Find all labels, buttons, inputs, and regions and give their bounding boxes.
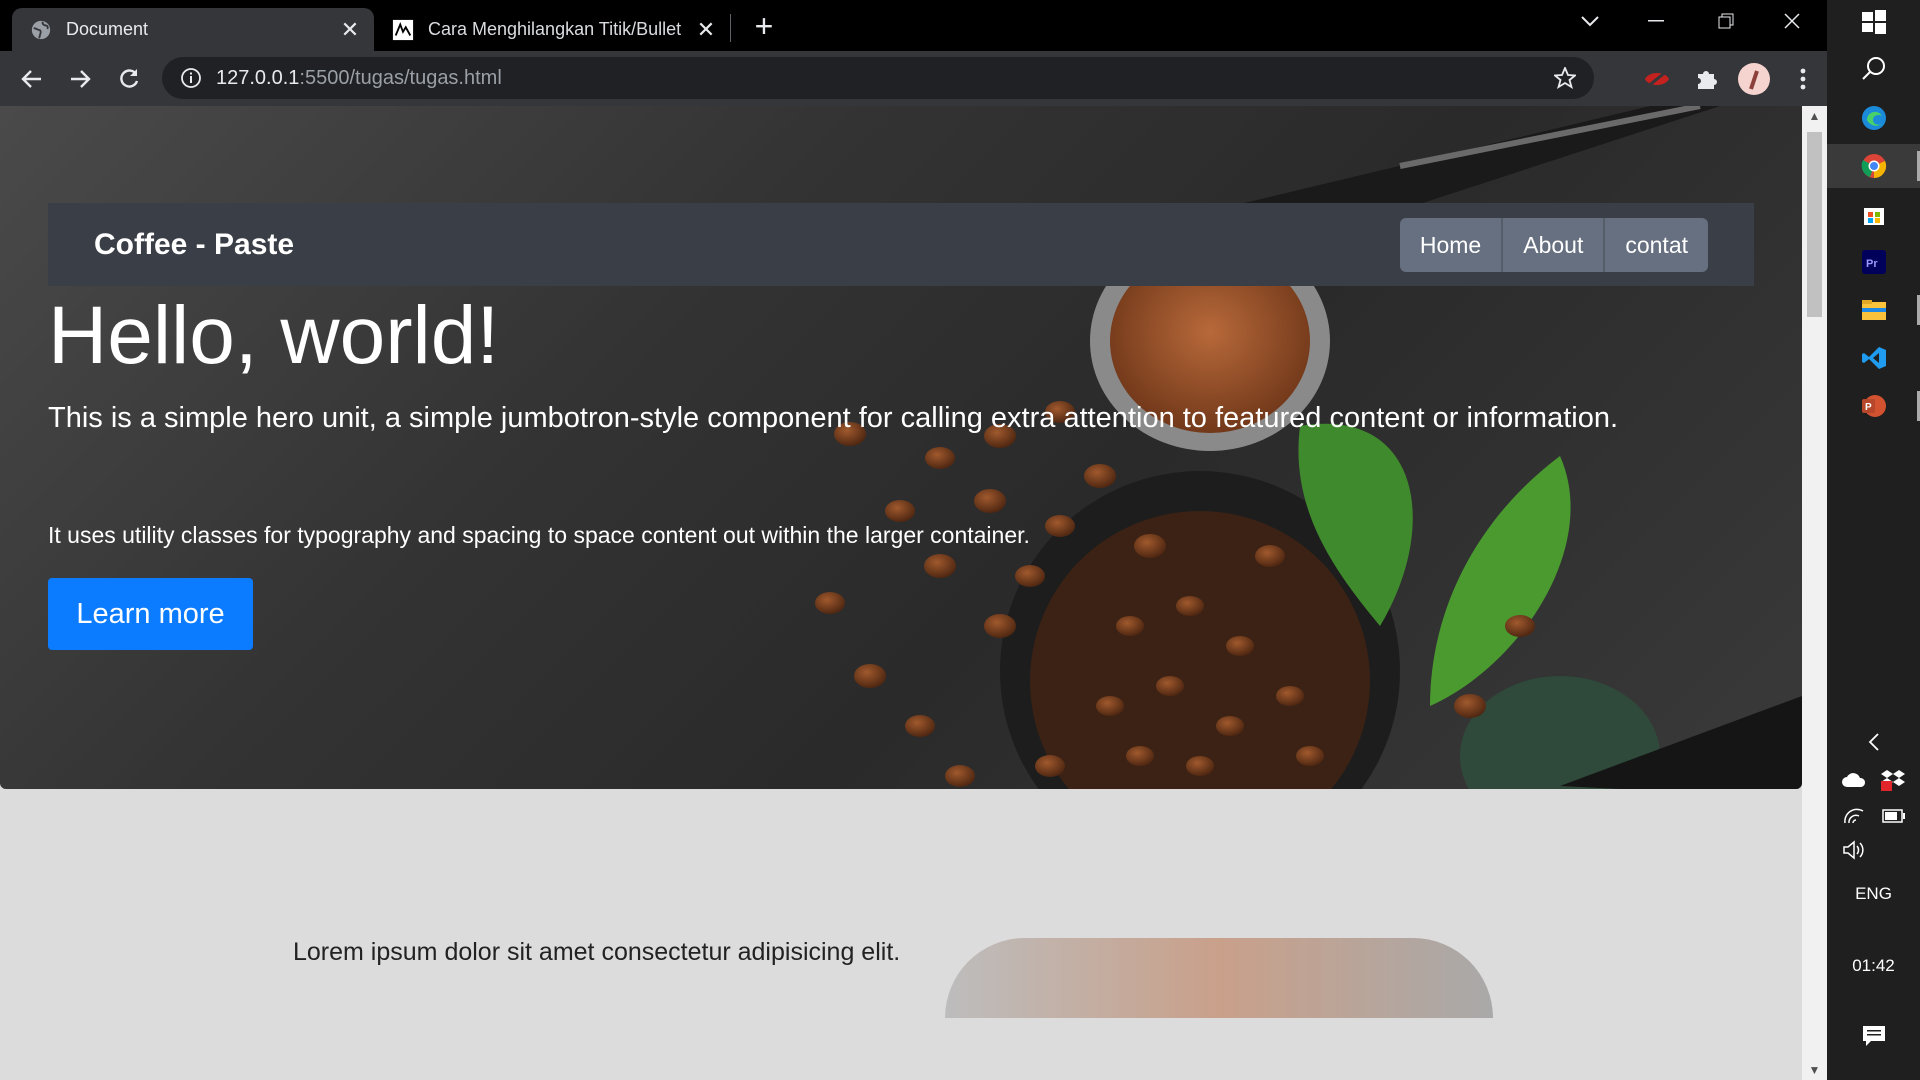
chevron-down-icon — [1581, 16, 1599, 27]
store-icon — [1863, 208, 1884, 225]
premiere-pro-icon: Pr — [1861, 250, 1886, 274]
clock[interactable]: 01:42 — [1827, 956, 1920, 976]
learn-more-button[interactable]: Learn more — [48, 578, 253, 650]
hero-title: Hello, world! — [48, 290, 500, 381]
url-path: :5500/tugas/tugas.html — [299, 66, 502, 89]
nav-link-home[interactable]: Home — [1399, 218, 1504, 272]
arrow-left-icon — [21, 70, 41, 88]
arrow-right-icon — [71, 70, 91, 88]
nav-links: Home About contat — [1399, 218, 1708, 272]
minimize-icon — [1648, 20, 1664, 22]
reload-button[interactable] — [113, 63, 145, 95]
site-favicon-icon — [392, 19, 414, 40]
extension-button[interactable] — [1641, 63, 1673, 95]
back-button[interactable] — [16, 63, 48, 95]
close-tab-icon[interactable]: ✕ — [696, 17, 716, 43]
tab-search-button[interactable] — [1555, 0, 1625, 42]
puzzle-icon — [1698, 71, 1717, 89]
taskbar-chrome[interactable] — [1827, 144, 1920, 188]
profile-avatar[interactable] — [1738, 63, 1770, 95]
scroll-down-arrow-icon[interactable]: ▼ — [1802, 1060, 1827, 1080]
tab-document[interactable]: Document ✕ — [12, 8, 374, 51]
vscode-icon — [1861, 347, 1886, 369]
close-window-button[interactable] — [1757, 0, 1827, 42]
page-scrollbar[interactable]: ▲ ▼ — [1802, 106, 1827, 1080]
avatar-icon — [1738, 63, 1770, 95]
section-text: Lorem ipsum dolor sit amet consectetur a… — [293, 938, 901, 966]
notification-icon — [1862, 1026, 1885, 1046]
edge-icon — [1861, 106, 1886, 130]
taskbar-premiere[interactable]: Pr — [1827, 240, 1920, 284]
more-vertical-icon — [1800, 68, 1806, 90]
close-icon — [1784, 13, 1800, 29]
section-image — [945, 938, 1493, 1018]
battery-icon — [1881, 809, 1905, 823]
tab-cara-menghilangkan[interactable]: Cara Menghilangkan Titik/Bullet ✕ — [374, 8, 730, 51]
close-tab-icon[interactable]: ✕ — [340, 17, 360, 43]
tab-separator — [730, 14, 731, 42]
start-button[interactable] — [1827, 0, 1920, 44]
taskbar-edge[interactable] — [1827, 96, 1920, 140]
chevron-left-icon — [1868, 733, 1879, 751]
reload-icon — [120, 69, 139, 88]
folder-icon — [1861, 300, 1886, 320]
language-indicator[interactable]: ENG — [1827, 884, 1920, 904]
restore-button[interactable] — [1691, 0, 1761, 42]
browser-toolbar: 127.0.0.1:5500/tugas/tugas.html — [0, 51, 1827, 106]
scrollbar-thumb[interactable] — [1807, 132, 1822, 317]
url-host: 127.0.0.1 — [216, 66, 300, 89]
taskbar-store[interactable] — [1827, 192, 1920, 236]
new-tab-button[interactable]: + — [748, 8, 780, 44]
browser-tab-strip: Document ✕ Cara Menghilangkan Titik/Bull… — [0, 0, 1827, 51]
tab-title: Document — [66, 19, 149, 39]
svg-text:Pr: Pr — [1866, 258, 1878, 270]
speaker-icon — [1842, 840, 1864, 860]
eye-off-icon — [1645, 69, 1669, 89]
forward-button[interactable] — [64, 63, 96, 95]
powerpoint-icon: P — [1861, 395, 1886, 417]
minimize-button[interactable] — [1621, 0, 1691, 42]
extensions-button[interactable] — [1690, 63, 1722, 95]
search-icon — [1861, 57, 1885, 80]
nav-link-about[interactable]: About — [1503, 218, 1606, 272]
volume-tray[interactable] — [1807, 828, 1900, 872]
brand-logo-text[interactable]: Coffee - Paste — [94, 228, 294, 262]
svg-text:P: P — [1865, 402, 1872, 413]
hero-jumbotron: Coffee - Paste Home About contat Hello, … — [0, 106, 1802, 789]
globe-icon — [31, 20, 51, 39]
chrome-icon — [1861, 154, 1886, 179]
dropbox-icon — [1880, 770, 1905, 791]
address-bar[interactable]: 127.0.0.1:5500/tugas/tugas.html — [162, 57, 1594, 99]
taskbar-powerpoint[interactable]: P — [1827, 384, 1920, 428]
info-icon[interactable] — [180, 67, 202, 89]
restore-icon — [1718, 13, 1734, 29]
tab-title: Cara Menghilangkan Titik/Bullet — [428, 19, 682, 39]
taskbar-vscode[interactable] — [1827, 336, 1920, 380]
hero-lead-text: This is a simple hero unit, a simple jum… — [48, 402, 1619, 434]
page-viewport: Coffee - Paste Home About contat Hello, … — [0, 106, 1802, 1080]
windows-taskbar: Pr P ENG 01:42 — [1827, 0, 1920, 1080]
scroll-up-arrow-icon[interactable]: ▲ — [1802, 106, 1827, 126]
action-center-button[interactable] — [1827, 1014, 1920, 1058]
nav-link-contact[interactable]: contat — [1605, 218, 1708, 272]
browser-menu-button[interactable] — [1787, 63, 1819, 95]
star-bookmark-icon[interactable] — [1554, 67, 1576, 89]
taskbar-file-explorer[interactable] — [1827, 288, 1920, 332]
hero-body-text: It uses utility classes for typography a… — [48, 522, 1030, 548]
site-navbar: Coffee - Paste Home About contat — [48, 203, 1754, 286]
search-button[interactable] — [1827, 46, 1920, 90]
windows-logo-icon — [1861, 10, 1886, 34]
